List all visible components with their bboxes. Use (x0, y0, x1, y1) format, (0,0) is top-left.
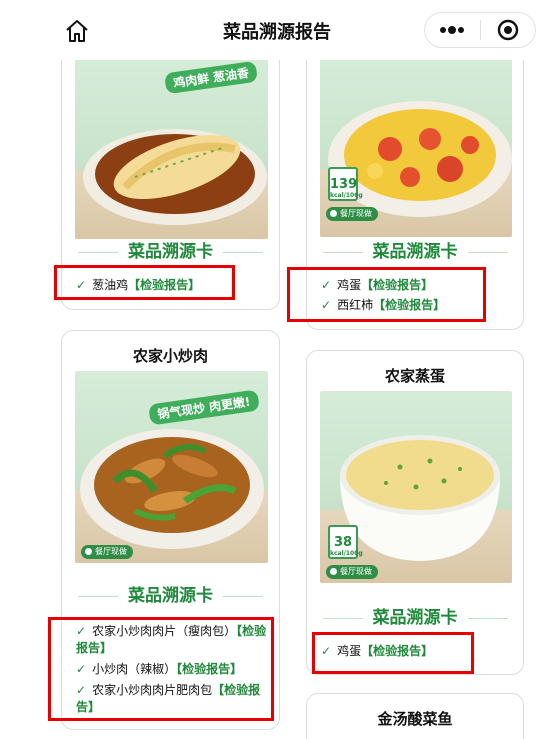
mini-program-capsule (424, 12, 536, 48)
check-icon: ✓ (76, 278, 87, 292)
dish-card-steamed-egg[interactable]: 农家蒸蛋 38 kcal/100g 餐厅现做 菜品溯源卡 ✓ 鸡蛋【检验报告】 (306, 350, 524, 675)
trace-item[interactable]: ✓ 西红柿【检验报告】 (321, 297, 445, 314)
trace-card-title: 菜品溯源卡 (62, 581, 279, 606)
dish-card-tomato-egg[interactable]: 139 kcal/100g 餐厅现做 菜品溯源卡 ✓ 鸡蛋【检验报告】 ✓ 西红柿【… (306, 20, 524, 330)
more-dots-icon (440, 26, 465, 34)
dish-image: 鸡肉鲜 葱油香 (75, 59, 268, 239)
ingredient-name: 小炒肉（辣椒） (92, 662, 177, 676)
check-icon: ✓ (321, 278, 332, 292)
ingredient-name: 葱油鸡 (92, 278, 129, 292)
report-link[interactable]: 【检验报告】 (361, 278, 433, 292)
trace-item[interactable]: ✓ 小炒肉（辣椒）【检验报告】 (76, 661, 272, 678)
dish-card-scallion-chicken[interactable]: 鸡肉鲜 葱油香 菜品溯源卡 ✓ 葱油鸡【检验报告】 (61, 20, 280, 310)
check-icon: ✓ (321, 298, 332, 312)
report-link[interactable]: 【检验报告】 (176, 662, 242, 676)
trace-item[interactable]: ✓ 葱油鸡【检验报告】 (76, 277, 200, 294)
ingredient-name: 鸡蛋 (337, 278, 362, 292)
report-link[interactable]: 【检验报告】 (361, 644, 433, 658)
calorie-badge: 139 kcal/100g (328, 167, 363, 201)
calorie-value: 38 (333, 535, 353, 550)
dish-image: 139 kcal/100g 餐厅现做 (320, 59, 512, 237)
report-link[interactable]: 【检验报告】 (373, 298, 445, 312)
restaurant-made-badge: 餐厅现做 (326, 207, 378, 221)
trace-item[interactable]: ✓ 鸡蛋【检验报告】 (321, 643, 433, 660)
close-button[interactable] (480, 13, 535, 47)
dish-name: 农家小炒肉 (132, 347, 208, 365)
dish-card-farm-stir-fry-pork[interactable]: 农家小炒肉 锅气现炒 肉更嫩! 餐厅现做 菜品溯源卡 ✓ 农家小炒肉肉片（瘦肉包）… (61, 330, 280, 730)
trace-item[interactable]: ✓ 鸡蛋【检验报告】 (321, 277, 433, 294)
dish-card-golden-soup-fish[interactable]: 金汤酸菜鱼 (306, 693, 524, 739)
calorie-value: 139 (330, 177, 358, 192)
ingredient-name: 西红柿 (337, 298, 374, 312)
restaurant-made-badge: 餐厅现做 (326, 565, 378, 579)
restaurant-made-badge: 餐厅现做 (81, 545, 133, 559)
trace-card-title: 菜品溯源卡 (307, 237, 523, 262)
dish-image: 锅气现炒 肉更嫩! 餐厅现做 (75, 371, 268, 563)
trace-item[interactable]: ✓ 农家小炒肉肉片肥肉包【检验报告】 (76, 682, 272, 716)
target-close-icon (497, 19, 518, 41)
calorie-unit: kcal/100g (330, 192, 363, 199)
calorie-badge: 38 kcal/100g (328, 525, 363, 559)
dish-name: 金汤酸菜鱼 (377, 710, 453, 728)
ingredient-name: 农家小炒肉肉片肥肉包 (92, 683, 213, 697)
check-icon: ✓ (76, 662, 87, 676)
trace-card-title: 菜品溯源卡 (62, 237, 279, 262)
trace-card-title: 菜品溯源卡 (307, 603, 523, 628)
calorie-unit: kcal/100g (330, 550, 363, 557)
more-button[interactable] (425, 13, 480, 47)
check-icon: ✓ (76, 683, 87, 697)
report-link[interactable]: 【检验报告】 (128, 278, 200, 292)
check-icon: ✓ (321, 644, 332, 658)
trace-item[interactable]: ✓ 农家小炒肉肉片（瘦肉包）【检验报告】 (76, 623, 272, 657)
ingredient-name: 农家小炒肉肉片（瘦肉包） (92, 624, 237, 638)
dish-name: 农家蒸蛋 (384, 367, 445, 385)
dish-image: 38 kcal/100g 餐厅现做 (320, 391, 512, 583)
nav-bar: 菜品溯源报告 (0, 0, 554, 60)
check-icon: ✓ (76, 624, 87, 638)
ingredient-name: 鸡蛋 (337, 644, 362, 658)
